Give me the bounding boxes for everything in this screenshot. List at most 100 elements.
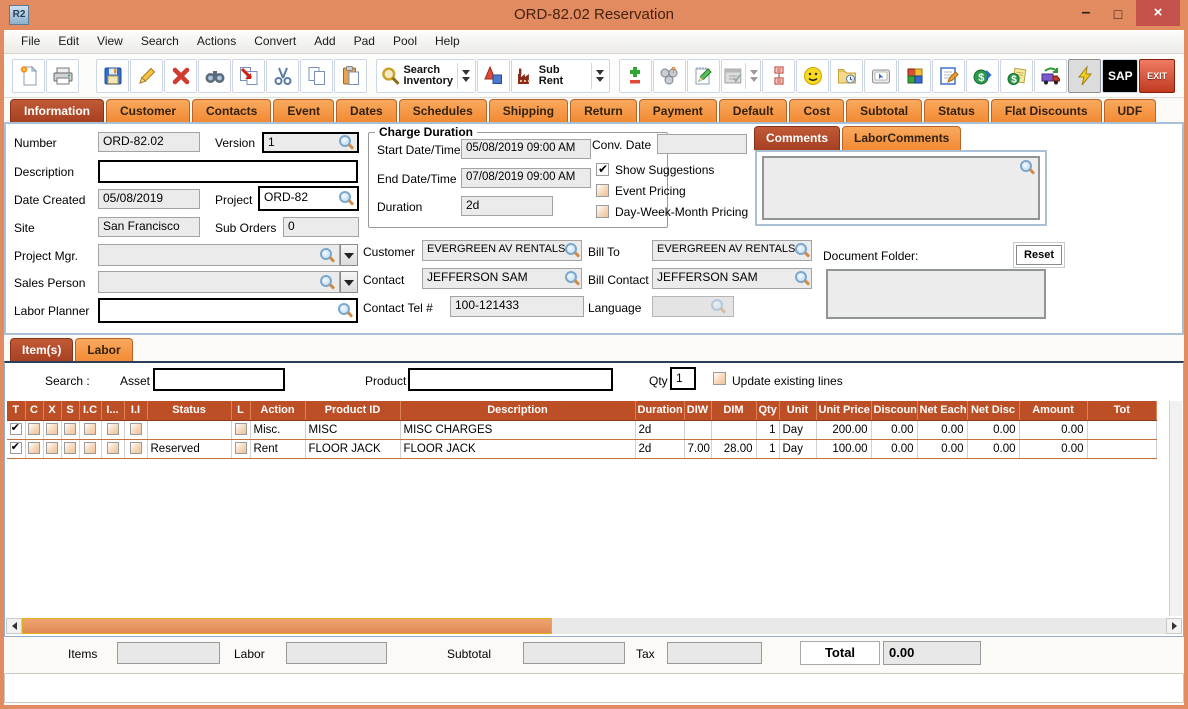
group-lookup-button[interactable]: ? xyxy=(653,59,686,93)
tab-payment[interactable]: Payment xyxy=(639,99,717,122)
smiley-button[interactable] xyxy=(796,59,829,93)
row2-action[interactable]: Rent xyxy=(250,439,305,458)
row2-t-checkbox[interactable] xyxy=(10,442,22,454)
col-discount[interactable]: Discount xyxy=(871,401,917,420)
col-t[interactable]: T xyxy=(7,401,25,420)
edit-button[interactable] xyxy=(130,59,163,93)
tab-cost[interactable]: Cost xyxy=(789,99,844,122)
tab-udf[interactable]: UDF xyxy=(1104,99,1157,122)
col-i2[interactable]: I... xyxy=(101,401,124,420)
scrollbar-track[interactable] xyxy=(552,618,1166,634)
row2-ii-checkbox[interactable] xyxy=(130,442,142,454)
tab-information[interactable]: Information xyxy=(10,99,104,122)
tab-dates[interactable]: Dates xyxy=(336,99,397,122)
money-forward-button[interactable]: $ xyxy=(966,59,999,93)
date-created-field[interactable]: 05/08/2019 xyxy=(98,189,200,209)
col-l[interactable]: L xyxy=(231,401,250,420)
add-remove-button[interactable] xyxy=(619,59,652,93)
asset-input[interactable] xyxy=(153,368,285,391)
contact-lookup-icon[interactable] xyxy=(565,271,580,286)
conv-date-field[interactable] xyxy=(657,134,747,154)
search-inventory-button[interactable]: SearchInventory xyxy=(376,59,476,93)
comments-textarea[interactable] xyxy=(762,156,1040,220)
product-input[interactable] xyxy=(408,368,613,391)
tab-contacts[interactable]: Contacts xyxy=(192,99,271,122)
row1-dim[interactable] xyxy=(711,420,756,439)
search-inventory-spinner[interactable] xyxy=(460,70,472,82)
row2-s-checkbox[interactable] xyxy=(64,442,76,454)
row2-unit[interactable]: Day xyxy=(779,439,816,458)
item-row-2[interactable]: Reserved Rent FLOOR JACK FLOOR JACK 2d 7… xyxy=(7,439,1157,458)
row1-l-checkbox[interactable] xyxy=(235,423,247,435)
row1-status[interactable] xyxy=(147,420,231,439)
minimize-button[interactable]: – xyxy=(1072,2,1100,26)
bill-to-field[interactable]: EVERGREEN AV RENTALS xyxy=(652,240,812,261)
col-net-disc[interactable]: Net Disc xyxy=(967,401,1019,420)
col-x[interactable]: X xyxy=(43,401,61,420)
row2-c-checkbox[interactable] xyxy=(28,442,40,454)
col-amount[interactable]: Amount xyxy=(1019,401,1087,420)
row2-dim[interactable]: 28.00 xyxy=(711,439,756,458)
row2-net-disc[interactable]: 0.00 xyxy=(967,439,1019,458)
tab-subtotal[interactable]: Subtotal xyxy=(846,99,922,122)
contact-field[interactable]: JEFFERSON SAM xyxy=(422,268,582,289)
number-field[interactable]: ORD-82.02 xyxy=(98,132,200,152)
sub-rent-spinner[interactable] xyxy=(594,70,606,82)
sales-person-lookup-icon[interactable] xyxy=(320,275,335,290)
calendar-button[interactable] xyxy=(721,59,762,93)
new-document-button[interactable] xyxy=(12,59,45,93)
row1-i2-checkbox[interactable] xyxy=(107,423,119,435)
row2-x-checkbox[interactable] xyxy=(46,442,58,454)
duration-field[interactable]: 2d xyxy=(461,196,553,216)
row1-diw[interactable] xyxy=(684,420,711,439)
keyboard-key-button[interactable] xyxy=(864,59,897,93)
site-field[interactable]: San Francisco xyxy=(98,217,200,237)
exit-button[interactable]: EXIT xyxy=(1139,59,1175,93)
col-diw[interactable]: DIW xyxy=(684,401,711,420)
row1-duration[interactable]: 2d xyxy=(635,420,684,439)
comments-lookup-icon[interactable] xyxy=(1020,160,1035,175)
money-note-button[interactable]: $ xyxy=(1000,59,1033,93)
sub-rent-button[interactable]: Sub Rent xyxy=(511,59,610,93)
day-week-month-checkbox[interactable] xyxy=(596,205,609,218)
row2-discount[interactable]: 0.00 xyxy=(871,439,917,458)
tab-labor-comments[interactable]: LaborComments xyxy=(842,126,961,150)
contact-tel-field[interactable]: 100-121433 xyxy=(450,296,584,317)
close-button[interactable]: × xyxy=(1136,0,1180,26)
sales-person-dropdown[interactable] xyxy=(340,271,358,293)
col-description[interactable]: Description xyxy=(400,401,635,420)
tab-flat-discounts[interactable]: Flat Discounts xyxy=(991,99,1102,122)
menu-view[interactable]: View xyxy=(88,30,132,53)
tab-labor[interactable]: Labor xyxy=(75,338,132,362)
row2-duration[interactable]: 2d xyxy=(635,439,684,458)
cut-button[interactable] xyxy=(266,59,299,93)
notes-button[interactable] xyxy=(687,59,720,93)
row2-product-id[interactable]: FLOOR JACK xyxy=(305,439,400,458)
menu-pool[interactable]: Pool xyxy=(384,30,426,53)
row1-product-id[interactable]: MISC xyxy=(305,420,400,439)
item-row-1[interactable]: Misc. MISC MISC CHARGES 2d 1 Day 200.00 … xyxy=(7,420,1157,439)
tab-return[interactable]: Return xyxy=(570,99,637,122)
copy-button[interactable] xyxy=(300,59,333,93)
project-lookup-icon[interactable] xyxy=(339,191,354,206)
row2-status[interactable]: Reserved xyxy=(147,439,231,458)
row1-ic-checkbox[interactable] xyxy=(84,423,96,435)
row1-unit[interactable]: Day xyxy=(779,420,816,439)
row2-unit-price[interactable]: 100.00 xyxy=(816,439,871,458)
lightning-button[interactable] xyxy=(1068,59,1101,93)
menu-edit[interactable]: Edit xyxy=(49,30,88,53)
update-lines-checkbox[interactable] xyxy=(713,372,726,385)
document-folder-textarea[interactable] xyxy=(826,269,1046,319)
col-c[interactable]: C xyxy=(25,401,43,420)
col-dim[interactable]: DIM xyxy=(711,401,756,420)
row1-qty[interactable]: 1 xyxy=(756,420,779,439)
row1-net-disc[interactable]: 0.00 xyxy=(967,420,1019,439)
row1-t-checkbox[interactable] xyxy=(10,423,22,435)
col-ic[interactable]: I.C xyxy=(79,401,101,420)
menu-add[interactable]: Add xyxy=(305,30,344,53)
project-mgr-lookup-icon[interactable] xyxy=(320,248,335,263)
scroll-left-arrow-icon[interactable] xyxy=(6,618,22,634)
version-lookup-icon[interactable] xyxy=(339,135,354,150)
qty-input[interactable]: 1 xyxy=(670,367,696,390)
col-tot[interactable]: Tot xyxy=(1087,401,1157,420)
